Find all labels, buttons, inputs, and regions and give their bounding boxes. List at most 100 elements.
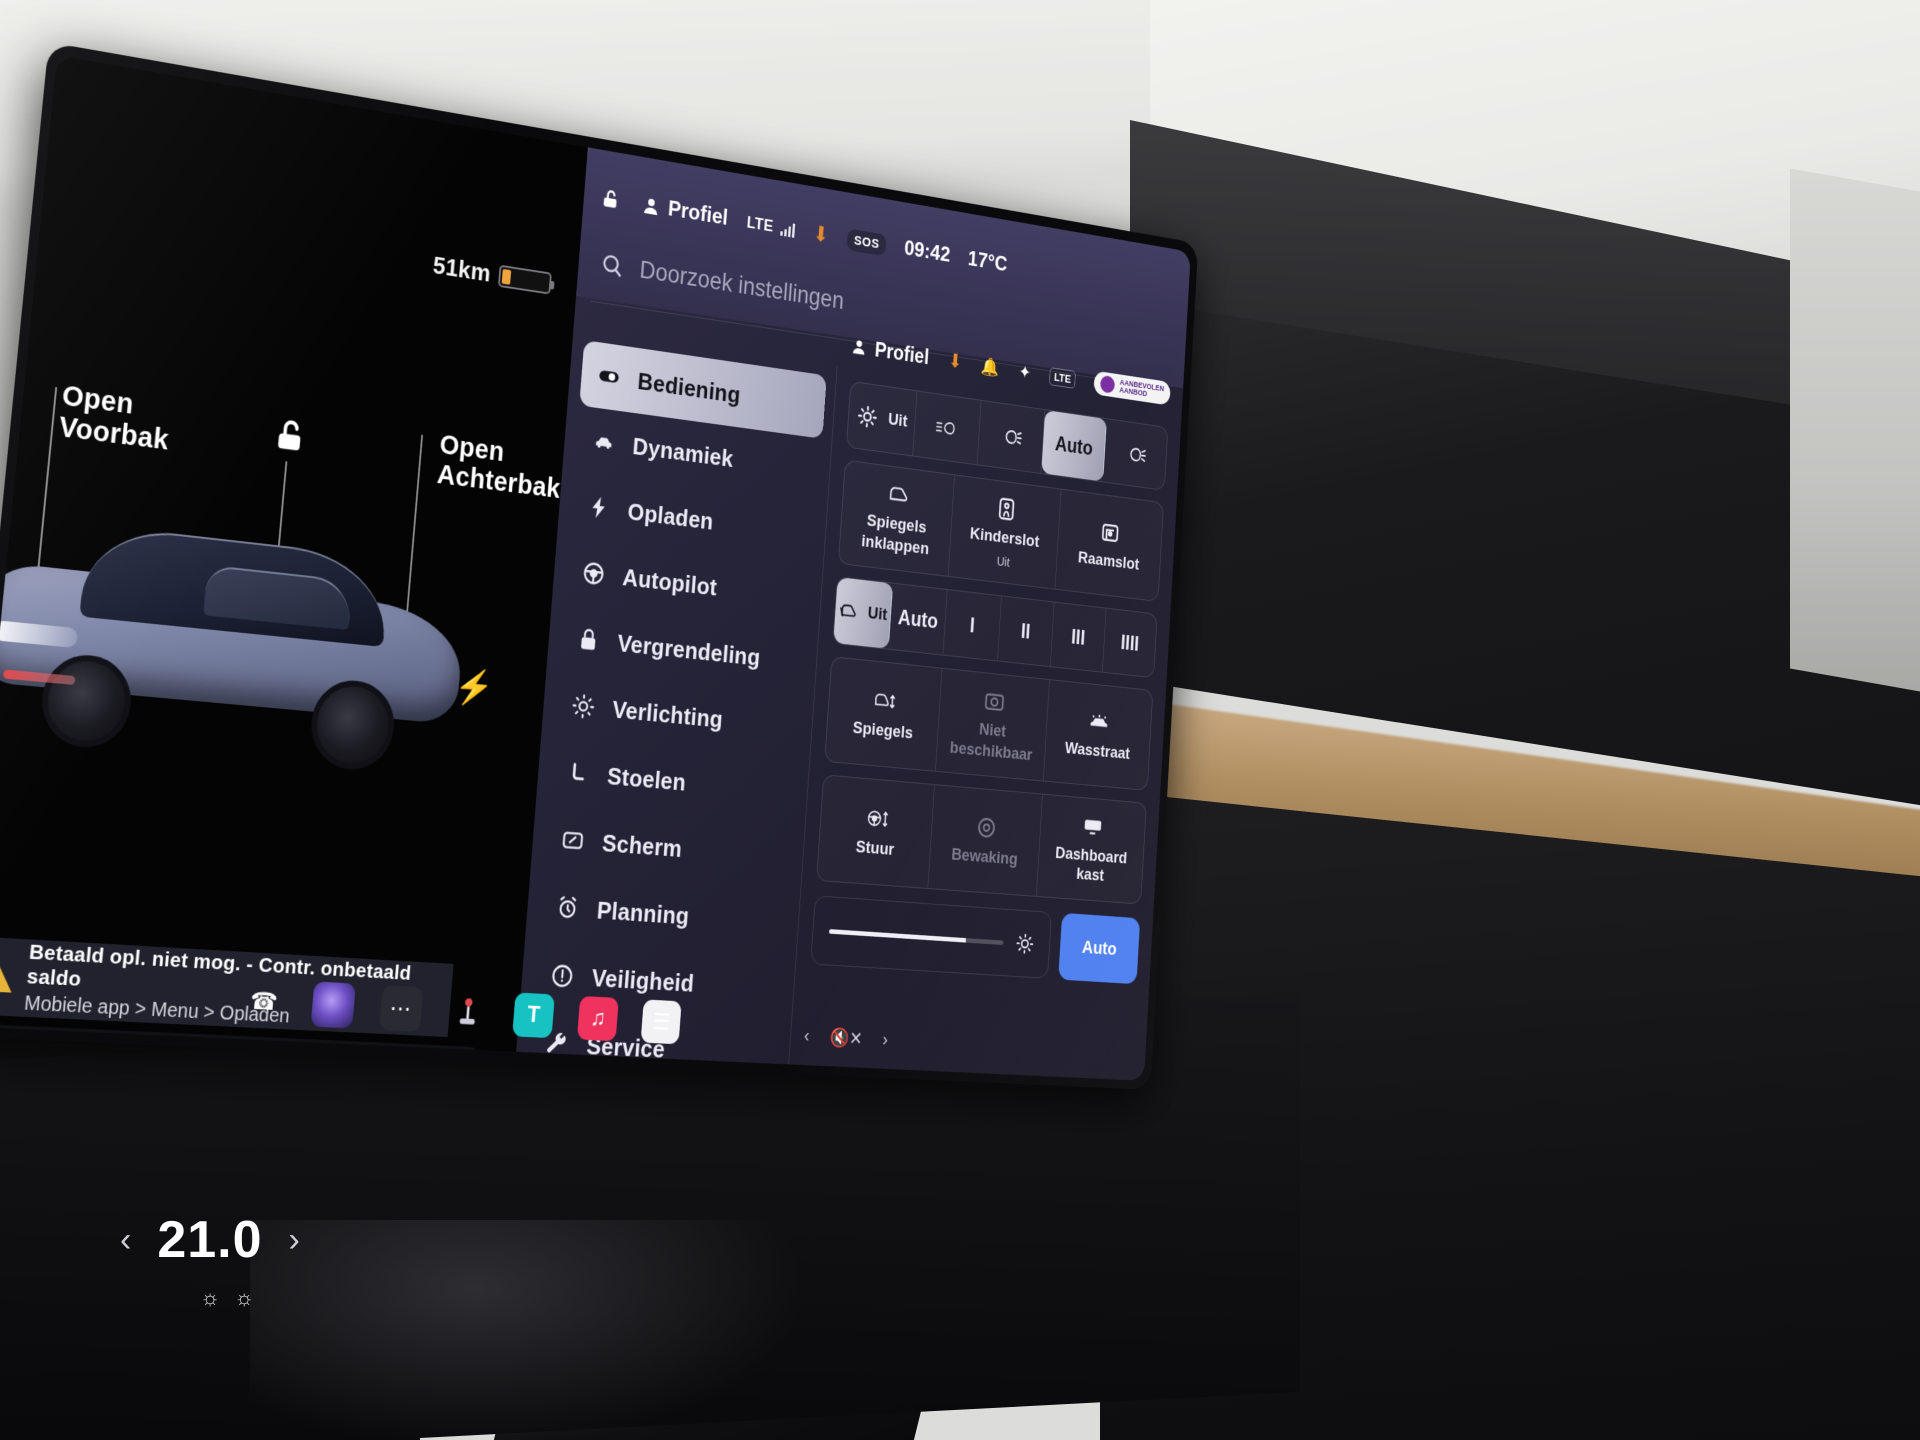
steering-adjust-label: Stuur	[855, 837, 895, 860]
vehicle-status-panel: 51km Open Voorbak Open Achterbak ⚡ ! Bet…	[0, 55, 588, 1081]
steering-adjust-icon	[865, 804, 890, 833]
person-icon	[852, 339, 865, 355]
settings-sidebar: Bediening Dynamiek Opladen Autopilot Ver…	[516, 327, 838, 1065]
open-trunk-callout[interactable]: Open Achterbak	[400, 430, 564, 680]
battery-icon	[498, 264, 553, 295]
child-lock-tile[interactable]: Kinderslot Uit	[948, 475, 1062, 589]
unlock-icon[interactable]	[600, 186, 623, 213]
bell-icon[interactable]: 🔔	[981, 355, 1001, 379]
wiper-speed-2-button[interactable]: II	[997, 596, 1055, 667]
status-profile-label: Profiel	[667, 196, 729, 231]
range-value: 51km	[431, 250, 492, 288]
glovebox-tile[interactable]: Dashboard kast	[1036, 795, 1146, 904]
mute-icon[interactable]: 🔇✕	[829, 1026, 863, 1050]
brightness-slider[interactable]	[810, 895, 1052, 979]
fold-mirrors-tile[interactable]: Spiegels inklappen	[838, 460, 956, 577]
wiper-speed-1-button[interactable]: I	[943, 590, 1002, 661]
alarm-icon	[554, 893, 582, 923]
brightness-auto-button[interactable]: Auto	[1058, 912, 1141, 985]
download-arrow-icon[interactable]: ⬇	[948, 349, 963, 373]
wiper-speed-3-button[interactable]: III	[1050, 602, 1107, 672]
adjust-mirrors-label: Spiegels	[852, 718, 914, 743]
phone-icon[interactable]: ☎	[241, 978, 287, 1026]
download-arrow-icon: ⬇	[812, 221, 830, 248]
headlight-off-button[interactable]: Uit	[846, 381, 918, 456]
steering-adjust-tile[interactable]: Stuur	[816, 775, 936, 889]
wiper-speed-4-button[interactable]: IIII	[1103, 609, 1157, 678]
climate-temperature[interactable]: ‹ 21.0 ›	[120, 1210, 300, 1270]
defrost-controls[interactable]: ☼ ☼	[200, 1285, 254, 1311]
sentry-mode-label: Bewaking	[950, 845, 1019, 869]
camera-icon	[983, 687, 1007, 715]
range-indicator: 51km	[432, 251, 553, 298]
wiper-speed-4-label: IIII	[1120, 630, 1140, 655]
chevron-right-icon[interactable]: ›	[882, 1029, 888, 1050]
music-icon[interactable]: ♫	[576, 995, 619, 1042]
lte-icon[interactable]: LTE	[1049, 366, 1076, 389]
joystick-icon[interactable]	[446, 989, 490, 1035]
headlight-dipped-button[interactable]	[977, 400, 1045, 474]
auto-beam-icon	[1124, 441, 1147, 469]
car-wash-tile[interactable]: Wasstraat	[1043, 680, 1152, 790]
open-frunk-callout[interactable]: Open Voorbak	[28, 380, 173, 664]
warning-triangle-icon	[0, 960, 15, 993]
notes-icon[interactable]: ☰	[640, 999, 682, 1045]
settings-app: Profiel LTE ⬇ SOS 09:42 17°C Doorzoek in…	[516, 147, 1191, 1081]
car-wash-label: Wasstraat	[1064, 738, 1131, 764]
headlight-auto-beam-button[interactable]	[1103, 419, 1167, 490]
status-profile[interactable]: Profiel	[640, 192, 729, 231]
toybox-icon[interactable]: T	[512, 992, 555, 1039]
temp-increase-icon[interactable]: ›	[289, 1221, 300, 1260]
media-bar: ‹ 🔇✕ ›	[516, 991, 1147, 1081]
clock: 09:42	[903, 236, 951, 267]
lock-icon	[575, 625, 602, 655]
adjust-mirrors-tile[interactable]: Spiegels	[825, 657, 943, 771]
window-lock-tile[interactable]: Raamslot	[1055, 490, 1163, 601]
network-status: LTE	[746, 213, 796, 239]
brightness-track[interactable]	[828, 928, 1004, 945]
temp-decrease-icon[interactable]: ‹	[120, 1221, 131, 1260]
childlock-icon	[995, 495, 1019, 524]
sentry-mode-tile: Bewaking	[928, 785, 1043, 896]
car-icon	[590, 427, 617, 458]
window-lock-label: Raamslot	[1077, 548, 1140, 574]
sidebar-label: Autopilot	[621, 562, 718, 601]
sidebar-label: Dynamiek	[631, 431, 735, 472]
bluetooth-icon[interactable]: ✦	[1018, 360, 1032, 383]
sos-button[interactable]: SOS	[846, 227, 887, 256]
chevron-left-icon[interactable]: ‹	[803, 1025, 810, 1046]
headlight-off-label: Uit	[887, 409, 908, 431]
bolt-icon	[585, 492, 612, 522]
badge-logo-icon	[1099, 374, 1116, 394]
front-defrost-icon[interactable]: ☼	[200, 1285, 220, 1311]
photo-backdrop: ‹ 21.0 › ☼ ☼ 51km Open Voorbak Open Acht…	[0, 0, 1920, 1440]
windshield-pillar	[1790, 168, 1920, 692]
low-beam-icon	[935, 413, 959, 442]
headlight-low-beam-button[interactable]	[912, 391, 982, 465]
controls-panel: Uit Auto Spiegels inklappen Kinderslot U…	[789, 367, 1181, 1081]
sidebar-label: Verlichting	[611, 694, 724, 733]
brightness-icon	[1015, 932, 1036, 956]
wiper-off-button[interactable]: Uit	[833, 577, 894, 649]
sentry-icon	[974, 813, 998, 841]
camera-icon[interactable]	[310, 981, 356, 1029]
mirror-icon	[886, 480, 911, 509]
windowlock-icon	[1099, 519, 1122, 547]
seat-icon	[564, 758, 591, 788]
rear-defrost-icon[interactable]: ☼	[234, 1285, 254, 1311]
person-icon	[644, 198, 658, 216]
floor-highlight	[250, 1220, 810, 1440]
wiper-auto-button[interactable]: Auto	[888, 583, 948, 655]
search-icon	[599, 250, 624, 279]
sidebar-label: Scherm	[601, 828, 683, 863]
wiper-speed-2-label: II	[1020, 619, 1032, 643]
child-lock-label: Kinderslot	[969, 524, 1040, 552]
wiper-icon	[838, 597, 860, 626]
more-dots-icon[interactable]: ⋯	[378, 985, 424, 1032]
sidebar-label: Stoelen	[606, 761, 687, 796]
lock-callout[interactable]	[271, 416, 309, 586]
headlight-auto-button[interactable]: Auto	[1041, 410, 1108, 482]
quick-tiles-row-3: Stuur Bewaking Dashboard kast	[816, 774, 1147, 905]
toggle-icon	[596, 361, 623, 392]
brightness-row: Auto	[810, 895, 1141, 985]
